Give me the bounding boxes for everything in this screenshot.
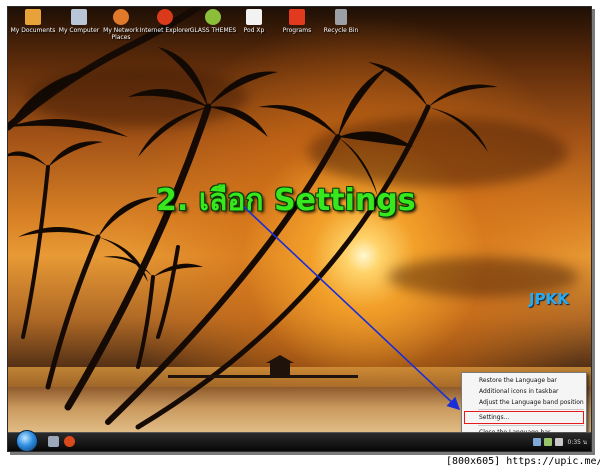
taskbar: 0:35 น — [8, 430, 591, 451]
image-caption: [800x605] https://upic.me/ — [446, 456, 600, 467]
menu-item-restore-language-bar[interactable]: Restore the Language bar — [462, 375, 586, 386]
language-bar-context-menu: Restore the Language bar Additional icon… — [461, 372, 587, 441]
system-tray: 0:35 น — [532, 435, 587, 449]
network-icon[interactable] — [543, 438, 552, 446]
menu-separator — [478, 425, 584, 426]
start-button[interactable] — [16, 430, 38, 451]
menu-item-additional-icons[interactable]: Additional icons in taskbar — [462, 386, 586, 397]
menu-item-settings[interactable]: Settings... — [464, 411, 584, 424]
screenshot-frame: My Documents My Computer My Network Plac… — [7, 6, 592, 452]
language-bar-icon[interactable] — [532, 438, 541, 446]
menu-item-adjust-band-position[interactable]: Adjust the Language band position — [462, 397, 586, 408]
volume-icon[interactable] — [554, 438, 563, 446]
menu-separator — [478, 409, 584, 410]
taskbar-clock[interactable]: 0:35 น — [568, 437, 587, 447]
show-desktop-icon[interactable] — [48, 436, 59, 447]
internet-explorer-quicklaunch-icon[interactable] — [64, 436, 75, 447]
